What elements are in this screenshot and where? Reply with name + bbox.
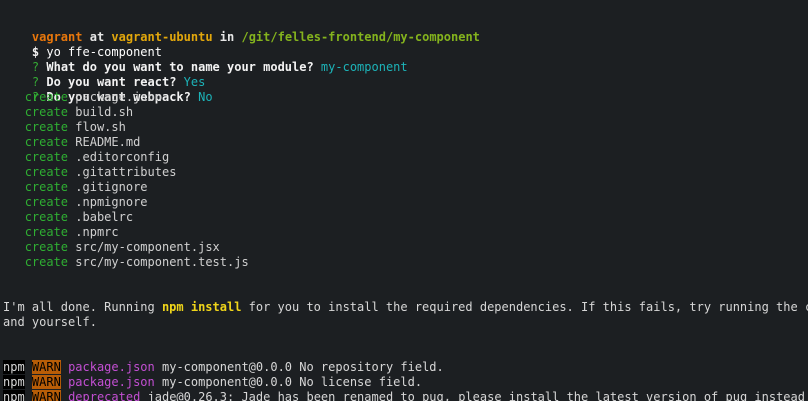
create-verb: create bbox=[24, 225, 69, 239]
create-line: create package.json bbox=[3, 90, 162, 105]
npm-warn-line: npm WARN deprecated jade@0.26.3: Jade ha… bbox=[3, 390, 808, 401]
create-verb: create bbox=[24, 150, 69, 164]
create-line: create .babelrc bbox=[3, 210, 133, 225]
terminal-window[interactable]: vagrant at vagrant-ubuntu in /git/felles… bbox=[0, 0, 808, 401]
create-verb: create bbox=[24, 135, 69, 149]
command-line: $ yo ffe-component bbox=[3, 30, 162, 59]
question-answer: No bbox=[198, 90, 213, 104]
warn-text: my-component@0.0.0 No license field. bbox=[154, 375, 423, 389]
create-verb: create bbox=[24, 255, 69, 269]
npm-label: npm bbox=[3, 390, 25, 401]
create-line: create src/my-component.jsx bbox=[3, 240, 220, 255]
created-file: .npmrc bbox=[75, 225, 119, 239]
create-line: create .gitignore bbox=[3, 180, 148, 195]
create-verb: create bbox=[24, 105, 69, 119]
done-message-after: for you to install the required dependen… bbox=[241, 300, 808, 314]
created-file: .npmignore bbox=[75, 195, 148, 209]
question-line: ? Do you want react? Yes bbox=[3, 60, 205, 89]
created-file: src/my-component.jsx bbox=[75, 240, 220, 254]
warn-badge: WARN bbox=[31, 360, 61, 374]
warn-tag: package.json bbox=[68, 375, 155, 389]
created-file: flow.sh bbox=[75, 120, 126, 134]
created-file: .babelrc bbox=[75, 210, 134, 224]
done-message: I'm all done. Running npm install for yo… bbox=[3, 300, 808, 315]
create-verb: create bbox=[24, 90, 69, 104]
create-line: create .gitattributes bbox=[3, 165, 177, 180]
done-message-line2: and yourself. bbox=[3, 315, 97, 329]
create-verb: create bbox=[24, 180, 69, 194]
done-message-continued: and yourself. bbox=[3, 315, 97, 330]
npm-warn-line: npm WARN package.json my-component@0.0.0… bbox=[3, 375, 422, 390]
created-file: src/my-component.test.js bbox=[75, 255, 249, 269]
npm-label: npm bbox=[3, 360, 25, 374]
create-line: create .npmrc bbox=[3, 225, 119, 240]
npm-install-highlight: npm install bbox=[161, 300, 242, 314]
create-verb: create bbox=[24, 210, 69, 224]
create-verb: create bbox=[24, 165, 69, 179]
created-file: build.sh bbox=[75, 105, 134, 119]
create-verb: create bbox=[24, 195, 69, 209]
done-message-before: I'm all done. Running bbox=[3, 300, 162, 314]
created-file: README.md bbox=[75, 135, 141, 149]
question-line: ? What do you want to name your module? … bbox=[3, 45, 408, 74]
create-line: create .npmignore bbox=[3, 195, 148, 210]
create-verb: create bbox=[24, 120, 69, 134]
created-file: package.json bbox=[75, 90, 162, 104]
create-line: create flow.sh bbox=[3, 120, 126, 135]
npm-label: npm bbox=[3, 375, 25, 389]
warn-text: jade@0.26.3: Jade has been renamed to pu… bbox=[140, 390, 808, 401]
create-verb: create bbox=[24, 240, 69, 254]
warn-badge: WARN bbox=[31, 375, 61, 389]
shell-prompt: vagrant at vagrant-ubuntu in /git/felles… bbox=[3, 15, 480, 44]
created-file: .editorconfig bbox=[75, 150, 170, 164]
create-line: create .editorconfig bbox=[3, 150, 170, 165]
created-file: .gitignore bbox=[75, 180, 148, 194]
create-line: create README.md bbox=[3, 135, 141, 150]
npm-warn-line: npm WARN package.json my-component@0.0.0… bbox=[3, 360, 444, 375]
question-answer: my-component bbox=[320, 60, 408, 74]
warn-text: my-component@0.0.0 No repository field. bbox=[154, 360, 444, 374]
prompt-in: in bbox=[219, 30, 235, 44]
warn-tag: deprecated bbox=[68, 390, 141, 401]
created-file: .gitattributes bbox=[75, 165, 177, 179]
warn-tag: package.json bbox=[68, 360, 155, 374]
create-line: create build.sh bbox=[3, 105, 133, 120]
warn-badge: WARN bbox=[31, 390, 61, 401]
question-line: ? Do you want webpack? No bbox=[3, 75, 213, 104]
prompt-path: /git/felles-frontend/my-component bbox=[241, 30, 480, 44]
create-line: create src/my-component.test.js bbox=[3, 255, 249, 270]
